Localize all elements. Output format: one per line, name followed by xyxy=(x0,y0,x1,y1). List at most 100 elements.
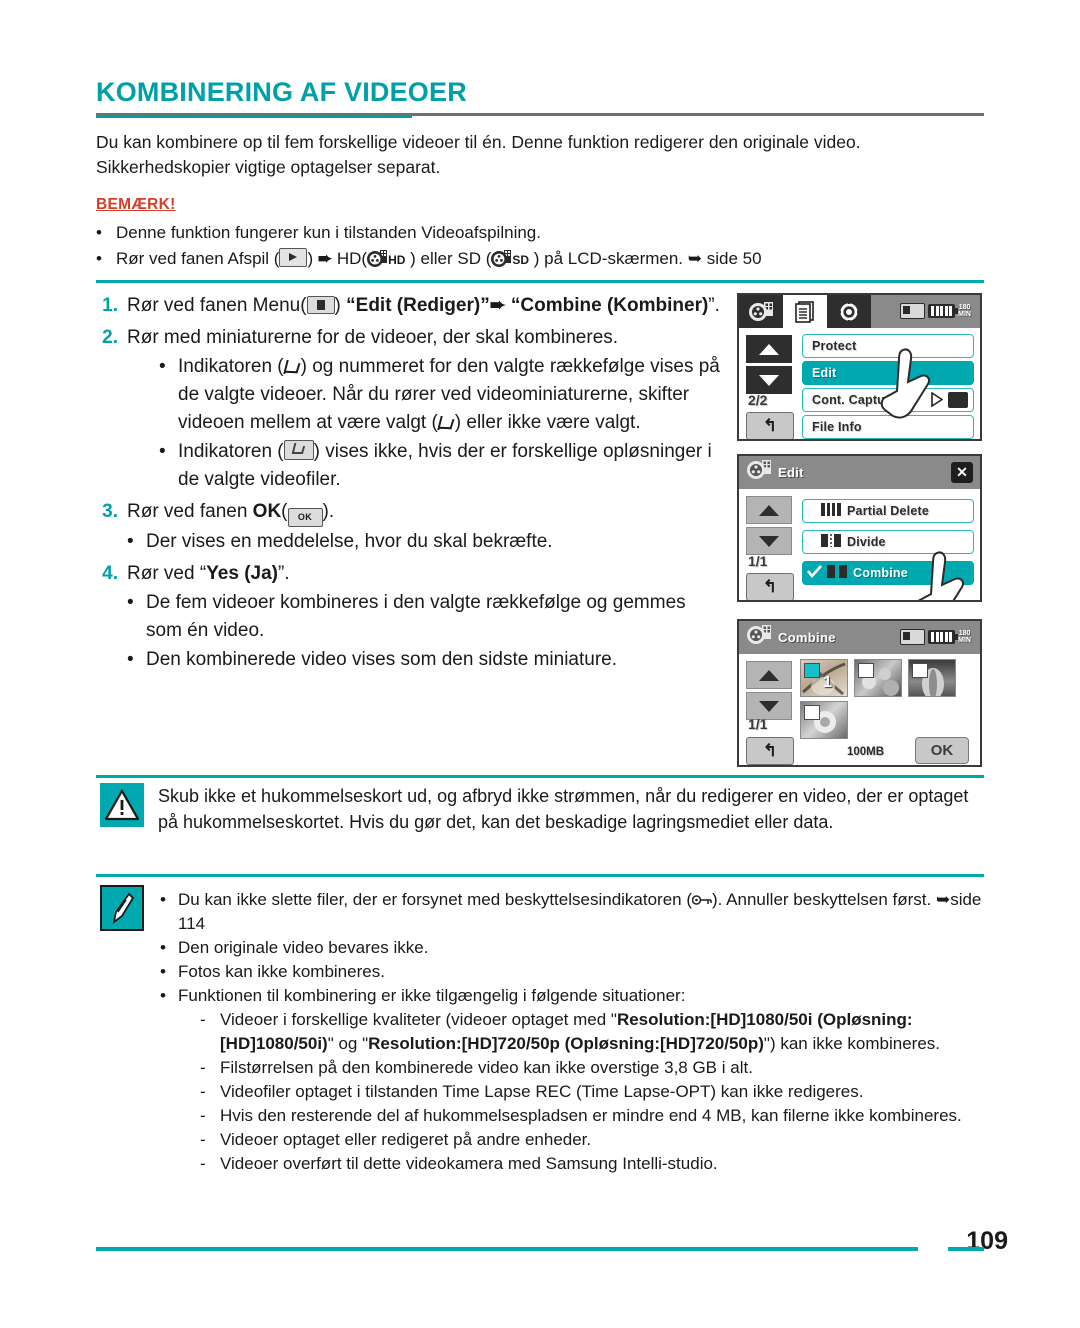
step-4-sub-2: • Den kombinerede video vises som den si… xyxy=(127,646,726,674)
hd-label: HD xyxy=(388,253,406,267)
dash-glyph: - xyxy=(200,1058,206,1077)
arrow-page-icon: ➥ xyxy=(687,249,702,268)
bullet-glyph: • xyxy=(160,938,166,957)
thumbnail-3[interactable] xyxy=(908,659,956,697)
tab-settings[interactable] xyxy=(827,295,871,328)
lcd-edit-screen: Edit ✕ 1/1 ↰ Partial Delete Divide Combi… xyxy=(737,454,982,602)
tip-sub-item-2: - Filstørrelsen på den kombinerede video… xyxy=(200,1056,988,1080)
scroll-down-button[interactable] xyxy=(746,366,792,394)
note-item-text: Rør ved fanen Afspil () ➨ HD(HD ) eller … xyxy=(116,248,762,268)
check-mark-icon xyxy=(806,564,823,582)
menu-row-cont-capture[interactable]: Cont. Capture xyxy=(802,388,974,412)
bullet-glyph: • xyxy=(96,249,102,268)
scroll-up-button[interactable] xyxy=(746,661,792,689)
thumbnail-checkbox[interactable] xyxy=(804,663,820,678)
back-button[interactable]: ↰ xyxy=(746,737,794,765)
combine-icon xyxy=(827,565,847,581)
dash-glyph: - xyxy=(200,1154,206,1173)
steps-list: 1. Rør ved fanen Menu() “Edit (Rediger)”… xyxy=(96,292,726,678)
sub-text: De fem videoer kombineres i den valgte r… xyxy=(146,592,686,641)
tip-sub-item-3: - Videofiler optaget i tilstanden Time L… xyxy=(200,1080,988,1104)
nav-buttons xyxy=(746,661,792,720)
note-heading: BEMÆRK! xyxy=(96,196,176,213)
menu-row-combine[interactable]: Combine xyxy=(802,561,974,585)
menu-row-file-info[interactable]: File Info xyxy=(802,415,974,439)
caution-text: Skub ikke et hukommelseskort ud, og afbr… xyxy=(158,786,969,832)
sub-text: Den kombinerede video vises som den sids… xyxy=(146,649,618,670)
person-icon xyxy=(948,392,968,408)
tip-sub-text: Filstørrelsen på den kombinerede video k… xyxy=(220,1058,753,1077)
film-hd-icon xyxy=(367,250,388,268)
battery-time: 180 MIN xyxy=(958,630,971,644)
footer-rule-right xyxy=(948,1247,984,1251)
step-2: 2. Rør med miniaturerne for de videoer, … xyxy=(96,324,726,494)
menu-row-protect[interactable]: Protect xyxy=(802,334,974,358)
bullet-glyph: • xyxy=(159,356,166,377)
scroll-up-button[interactable] xyxy=(746,335,792,363)
step-4-sub-1: • De fem videoer kombineres i den valgte… xyxy=(127,589,726,645)
lcd-body: 1/1 ↰ Partial Delete Divide Combine xyxy=(739,489,980,600)
tip-sub-item-1: - Videoer i forskellige kvaliteter (vide… xyxy=(200,1008,988,1056)
battery-indicator: 180 MIN xyxy=(900,303,971,319)
thumbnail-2[interactable] xyxy=(854,659,902,697)
close-icon[interactable]: ✕ xyxy=(951,462,973,483)
footer-rule-left xyxy=(96,1247,918,1251)
tip-text: Den originale video bevares ikke. xyxy=(178,938,429,957)
dash-glyph: - xyxy=(200,1106,206,1125)
arrow-right-icon: ➨ xyxy=(317,249,333,268)
bullet-glyph: • xyxy=(96,223,102,242)
scroll-up-button[interactable] xyxy=(746,496,792,524)
lcd-body: 2/2 ↰ Protect Edit Cont. Capture File In… xyxy=(739,328,980,439)
lcd-body: 1/1 ↰ 1 100MB OK xyxy=(739,654,980,765)
lcd-title: Combine xyxy=(778,630,836,645)
step-3: 3. Rør ved fanen OK(OK). • Der vises en … xyxy=(96,498,726,556)
note-item: • Rør ved fanen Afspil () ➨ HD(HD ) elle… xyxy=(96,246,972,273)
battery-indicator: 180 MIN xyxy=(900,629,971,645)
check-mark-icon xyxy=(284,360,301,375)
menu-tab-icon xyxy=(306,296,335,314)
thumbnail-checkbox[interactable] xyxy=(858,663,874,678)
dash-glyph: - xyxy=(200,1082,206,1101)
menu-row-divide[interactable]: Divide xyxy=(802,530,974,554)
step-text: Rør ved fanen Menu() “Edit (Rediger)”➨ “… xyxy=(127,295,720,316)
tab-menu[interactable] xyxy=(783,295,827,328)
page-title-block: KOMBINERING AF VIDEOER xyxy=(96,77,984,118)
sd-card-icon xyxy=(900,303,926,319)
caution-divider-top xyxy=(96,775,984,778)
sd-card-icon xyxy=(900,629,926,645)
tip-sub-item-4: - Hvis den resterende del af hukommelses… xyxy=(200,1104,988,1128)
tip-sub-item-5: - Videoer optaget eller redigeret på and… xyxy=(200,1128,988,1152)
sub-text: Indikatoren () vises ikke, hvis der er f… xyxy=(178,440,712,490)
thumbnail-4[interactable] xyxy=(800,701,848,739)
back-button[interactable]: ↰ xyxy=(746,412,794,439)
thumbnail-checkbox[interactable] xyxy=(804,705,820,720)
caution-icon xyxy=(100,783,144,827)
tab-playback[interactable] xyxy=(739,295,783,328)
bullet-glyph: • xyxy=(127,649,134,670)
bullet-glyph: • xyxy=(127,592,134,613)
protect-key-icon xyxy=(691,889,712,905)
lcd-combine-screen: Combine 180 MIN 1/1 ↰ 1 100MB OK xyxy=(737,619,982,767)
step-text: Rør ved “Yes (Ja)”. • De fem videoer kom… xyxy=(127,560,726,674)
tip-sub-text: Hvis den resterende del af hukommelsespl… xyxy=(220,1106,962,1125)
tip-item-4: • Funktionen til kombinering er ikke til… xyxy=(160,984,988,1008)
tips-list: • Du kan ikke slette filer, der er forsy… xyxy=(160,888,988,1176)
thumbnail-checkbox[interactable] xyxy=(912,663,928,678)
tip-item-2: • Den originale video bevares ikke. xyxy=(160,936,988,960)
scroll-down-button[interactable] xyxy=(746,527,792,555)
menu-row-edit[interactable]: Edit xyxy=(802,361,974,385)
page-counter: 1/1 xyxy=(748,716,768,732)
step-bold-combine: “Combine (Kombiner) xyxy=(505,295,709,316)
tips-sublist: - Videoer i forskellige kvaliteter (vide… xyxy=(200,1008,988,1176)
back-button[interactable]: ↰ xyxy=(746,573,794,600)
note-list: • Denne funktion fungerer kun i tilstand… xyxy=(96,220,972,273)
step-number: 1. xyxy=(102,295,118,316)
play-tab-icon xyxy=(279,248,308,267)
bullet-glyph: • xyxy=(159,441,166,462)
thumbnail-1[interactable]: 1 xyxy=(800,659,848,697)
tip-item-1: • Du kan ikke slette filer, der er forsy… xyxy=(160,888,988,936)
nav-buttons xyxy=(746,335,792,394)
menu-row-partial-delete[interactable]: Partial Delete xyxy=(802,499,974,523)
ok-button[interactable]: OK xyxy=(915,737,969,764)
step-number: 4. xyxy=(102,563,118,584)
